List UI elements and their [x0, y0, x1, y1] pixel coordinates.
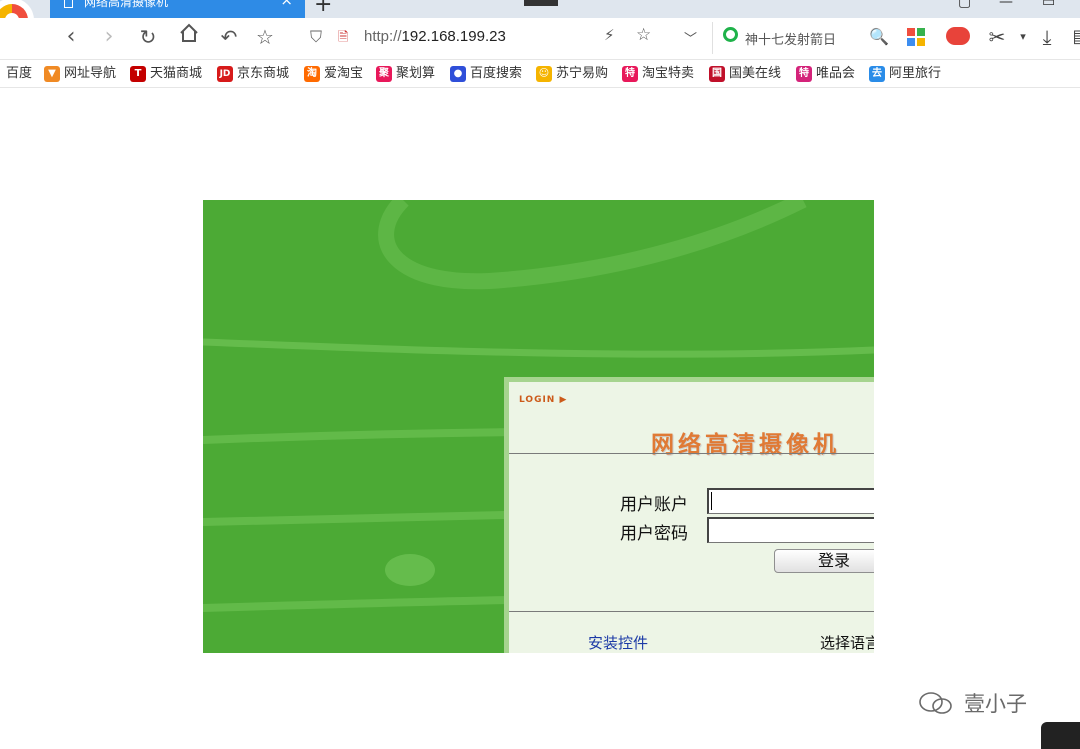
insecure-page-icon[interactable]: 🗎	[338, 28, 348, 50]
divider	[509, 453, 874, 454]
search-input[interactable]: 神十七发射箭日	[745, 29, 836, 48]
navigation-toolbar: ‹ › ↻ ↶ ☆ ⛉ 🗎 http://192.168.199.23 ⚡ ☆ …	[0, 18, 1080, 60]
text-cursor	[711, 492, 712, 510]
login-button[interactable]: 登录	[774, 549, 874, 573]
page-content: LOGIN ▶ 网络高清摄像机 用户账户 用户密码 登录 安装控件 选择语言	[0, 89, 1080, 749]
bookmark-aitaobao[interactable]: 淘爱淘宝	[304, 64, 363, 84]
jd-icon: JD	[217, 66, 233, 82]
apps-grid-icon[interactable]	[907, 28, 925, 46]
chevron-down-icon[interactable]: ﹀	[684, 28, 697, 47]
alitrip-icon: 去	[869, 66, 885, 82]
search-engine-icon	[723, 27, 738, 42]
search-box[interactable]: 神十七发射箭日 🔍	[712, 22, 892, 54]
favorite-star-icon[interactable]: ☆	[250, 22, 280, 52]
login-form: LOGIN ▶ 网络高清摄像机 用户账户 用户密码 登录 安装控件 选择语言	[504, 377, 874, 653]
chevron-badge-icon: ▼	[44, 66, 60, 82]
lightning-icon[interactable]: ⚡	[604, 26, 615, 44]
maximize-icon[interactable]: ▭	[1042, 0, 1055, 10]
bookmark-taobao-sale[interactable]: 特淘宝特卖	[622, 64, 694, 84]
password-label: 用户密码	[620, 524, 688, 544]
bookmark-star-icon[interactable]: ☆	[636, 25, 651, 45]
vip-icon: 特	[796, 66, 812, 82]
close-tab-icon[interactable]: ×	[280, 0, 293, 8]
bookmark-juhuasuan[interactable]: 聚聚划算	[376, 64, 435, 84]
address-url[interactable]: http://192.168.199.23	[364, 28, 506, 45]
back-icon[interactable]: ‹	[56, 22, 86, 52]
password-input[interactable]	[707, 517, 874, 543]
forward-icon[interactable]: ›	[94, 22, 124, 52]
download-icon[interactable]: ⤓	[1032, 22, 1062, 52]
camera-login-panel: LOGIN ▶ 网络高清摄像机 用户账户 用户密码 登录 安装控件 选择语言	[203, 200, 874, 653]
bookmark-vip[interactable]: 特唯品会	[796, 64, 855, 84]
watermark-text: 壹小子	[964, 692, 1027, 716]
tmai-icon: 特	[622, 66, 638, 82]
reload-icon[interactable]: ↻	[133, 22, 163, 52]
bookmark-tmall[interactable]: T 天猫商城	[130, 64, 202, 84]
address-bar[interactable]: ⛉ 🗎 http://192.168.199.23 ⚡ ☆ ﹀	[300, 22, 710, 54]
home-icon[interactable]	[174, 22, 204, 52]
bookmark-baidu-search[interactable]: ● 百度搜索	[450, 64, 522, 84]
bookmark-navigation[interactable]: ▼ 网址导航	[44, 64, 116, 84]
tab-bar: 网络高清摄像机 × + ▢ — ▭	[0, 0, 1080, 18]
baidu-paw-icon: ●	[450, 66, 466, 82]
tab-active[interactable]: 网络高清摄像机 ×	[50, 0, 305, 18]
document-icon	[64, 0, 73, 8]
suning-icon: ☺	[536, 66, 552, 82]
tmall-icon: T	[130, 66, 146, 82]
restore-window-icon[interactable]: ▢	[958, 0, 971, 10]
bookmarks-bar: 百度 ▼ 网址导航 T 天猫商城 JD 京东商城 淘爱淘宝 聚聚划算 ● 百度搜索 ☺ 苏…	[0, 60, 1080, 88]
gome-icon: 国	[709, 66, 725, 82]
search-icon[interactable]: 🔍	[869, 27, 889, 46]
watermark: 壹小子	[918, 688, 1027, 718]
login-badge: LOGIN ▶	[519, 395, 568, 405]
wechat-icon	[919, 692, 952, 714]
bookmark-baidu[interactable]: 百度	[6, 64, 32, 84]
taobao-icon: 淘	[304, 66, 320, 82]
floating-widget[interactable]	[1041, 722, 1080, 749]
bookmark-jd[interactable]: JD 京东商城	[217, 64, 289, 84]
install-plugin-link[interactable]: 安装控件	[588, 632, 648, 653]
tab-indicator	[524, 0, 558, 6]
username-label: 用户账户	[620, 495, 688, 515]
undo-icon[interactable]: ↶	[214, 22, 244, 52]
bookmark-suning[interactable]: ☺ 苏宁易购	[536, 64, 608, 84]
new-tab-icon[interactable]: +	[314, 0, 332, 17]
juhuasuan-icon: 聚	[376, 66, 392, 82]
divider	[509, 611, 874, 612]
menu-icon[interactable]: ▤	[1066, 22, 1080, 52]
game-controller-icon[interactable]	[946, 27, 970, 45]
minimize-icon[interactable]: —	[999, 0, 1013, 10]
bookmark-alitrip[interactable]: 去阿里旅行	[869, 64, 941, 84]
language-select[interactable]: 选择语言	[820, 632, 874, 653]
shield-icon[interactable]: ⛉	[310, 27, 322, 47]
bookmark-gome[interactable]: 国国美在线	[709, 64, 781, 84]
tab-title: 网络高清摄像机	[84, 0, 169, 9]
username-input[interactable]	[707, 488, 874, 514]
